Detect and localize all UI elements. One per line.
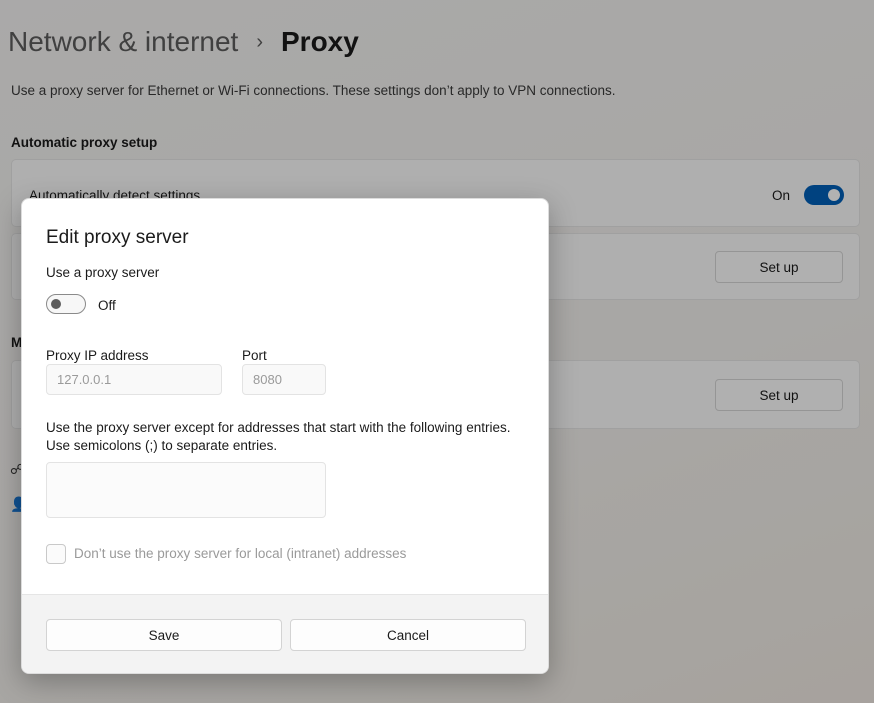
edit-proxy-dialog: Edit proxy server Use a proxy server Off…	[21, 198, 549, 674]
proxy-ip-label: Proxy IP address	[46, 348, 149, 363]
use-proxy-state: Off	[98, 298, 116, 313]
local-addresses-checkbox[interactable]	[46, 544, 66, 564]
cancel-button[interactable]: Cancel	[290, 619, 526, 651]
use-proxy-toggle[interactable]	[46, 294, 86, 314]
dialog-footer: Save Cancel	[22, 594, 548, 673]
exceptions-description-line1: Use the proxy server except for addresse…	[46, 420, 511, 435]
toggle-knob	[51, 299, 61, 309]
exceptions-textarea[interactable]	[46, 462, 326, 518]
save-button[interactable]: Save	[46, 619, 282, 651]
port-input[interactable]: 8080	[242, 364, 326, 395]
exceptions-description-line2: Use semicolons (;) to separate entries.	[46, 438, 278, 453]
proxy-ip-input[interactable]: 127.0.0.1	[46, 364, 222, 395]
port-label: Port	[242, 348, 267, 363]
use-proxy-label: Use a proxy server	[46, 265, 160, 280]
dialog-title: Edit proxy server	[46, 227, 189, 248]
local-addresses-label: Don’t use the proxy server for local (in…	[74, 546, 407, 561]
